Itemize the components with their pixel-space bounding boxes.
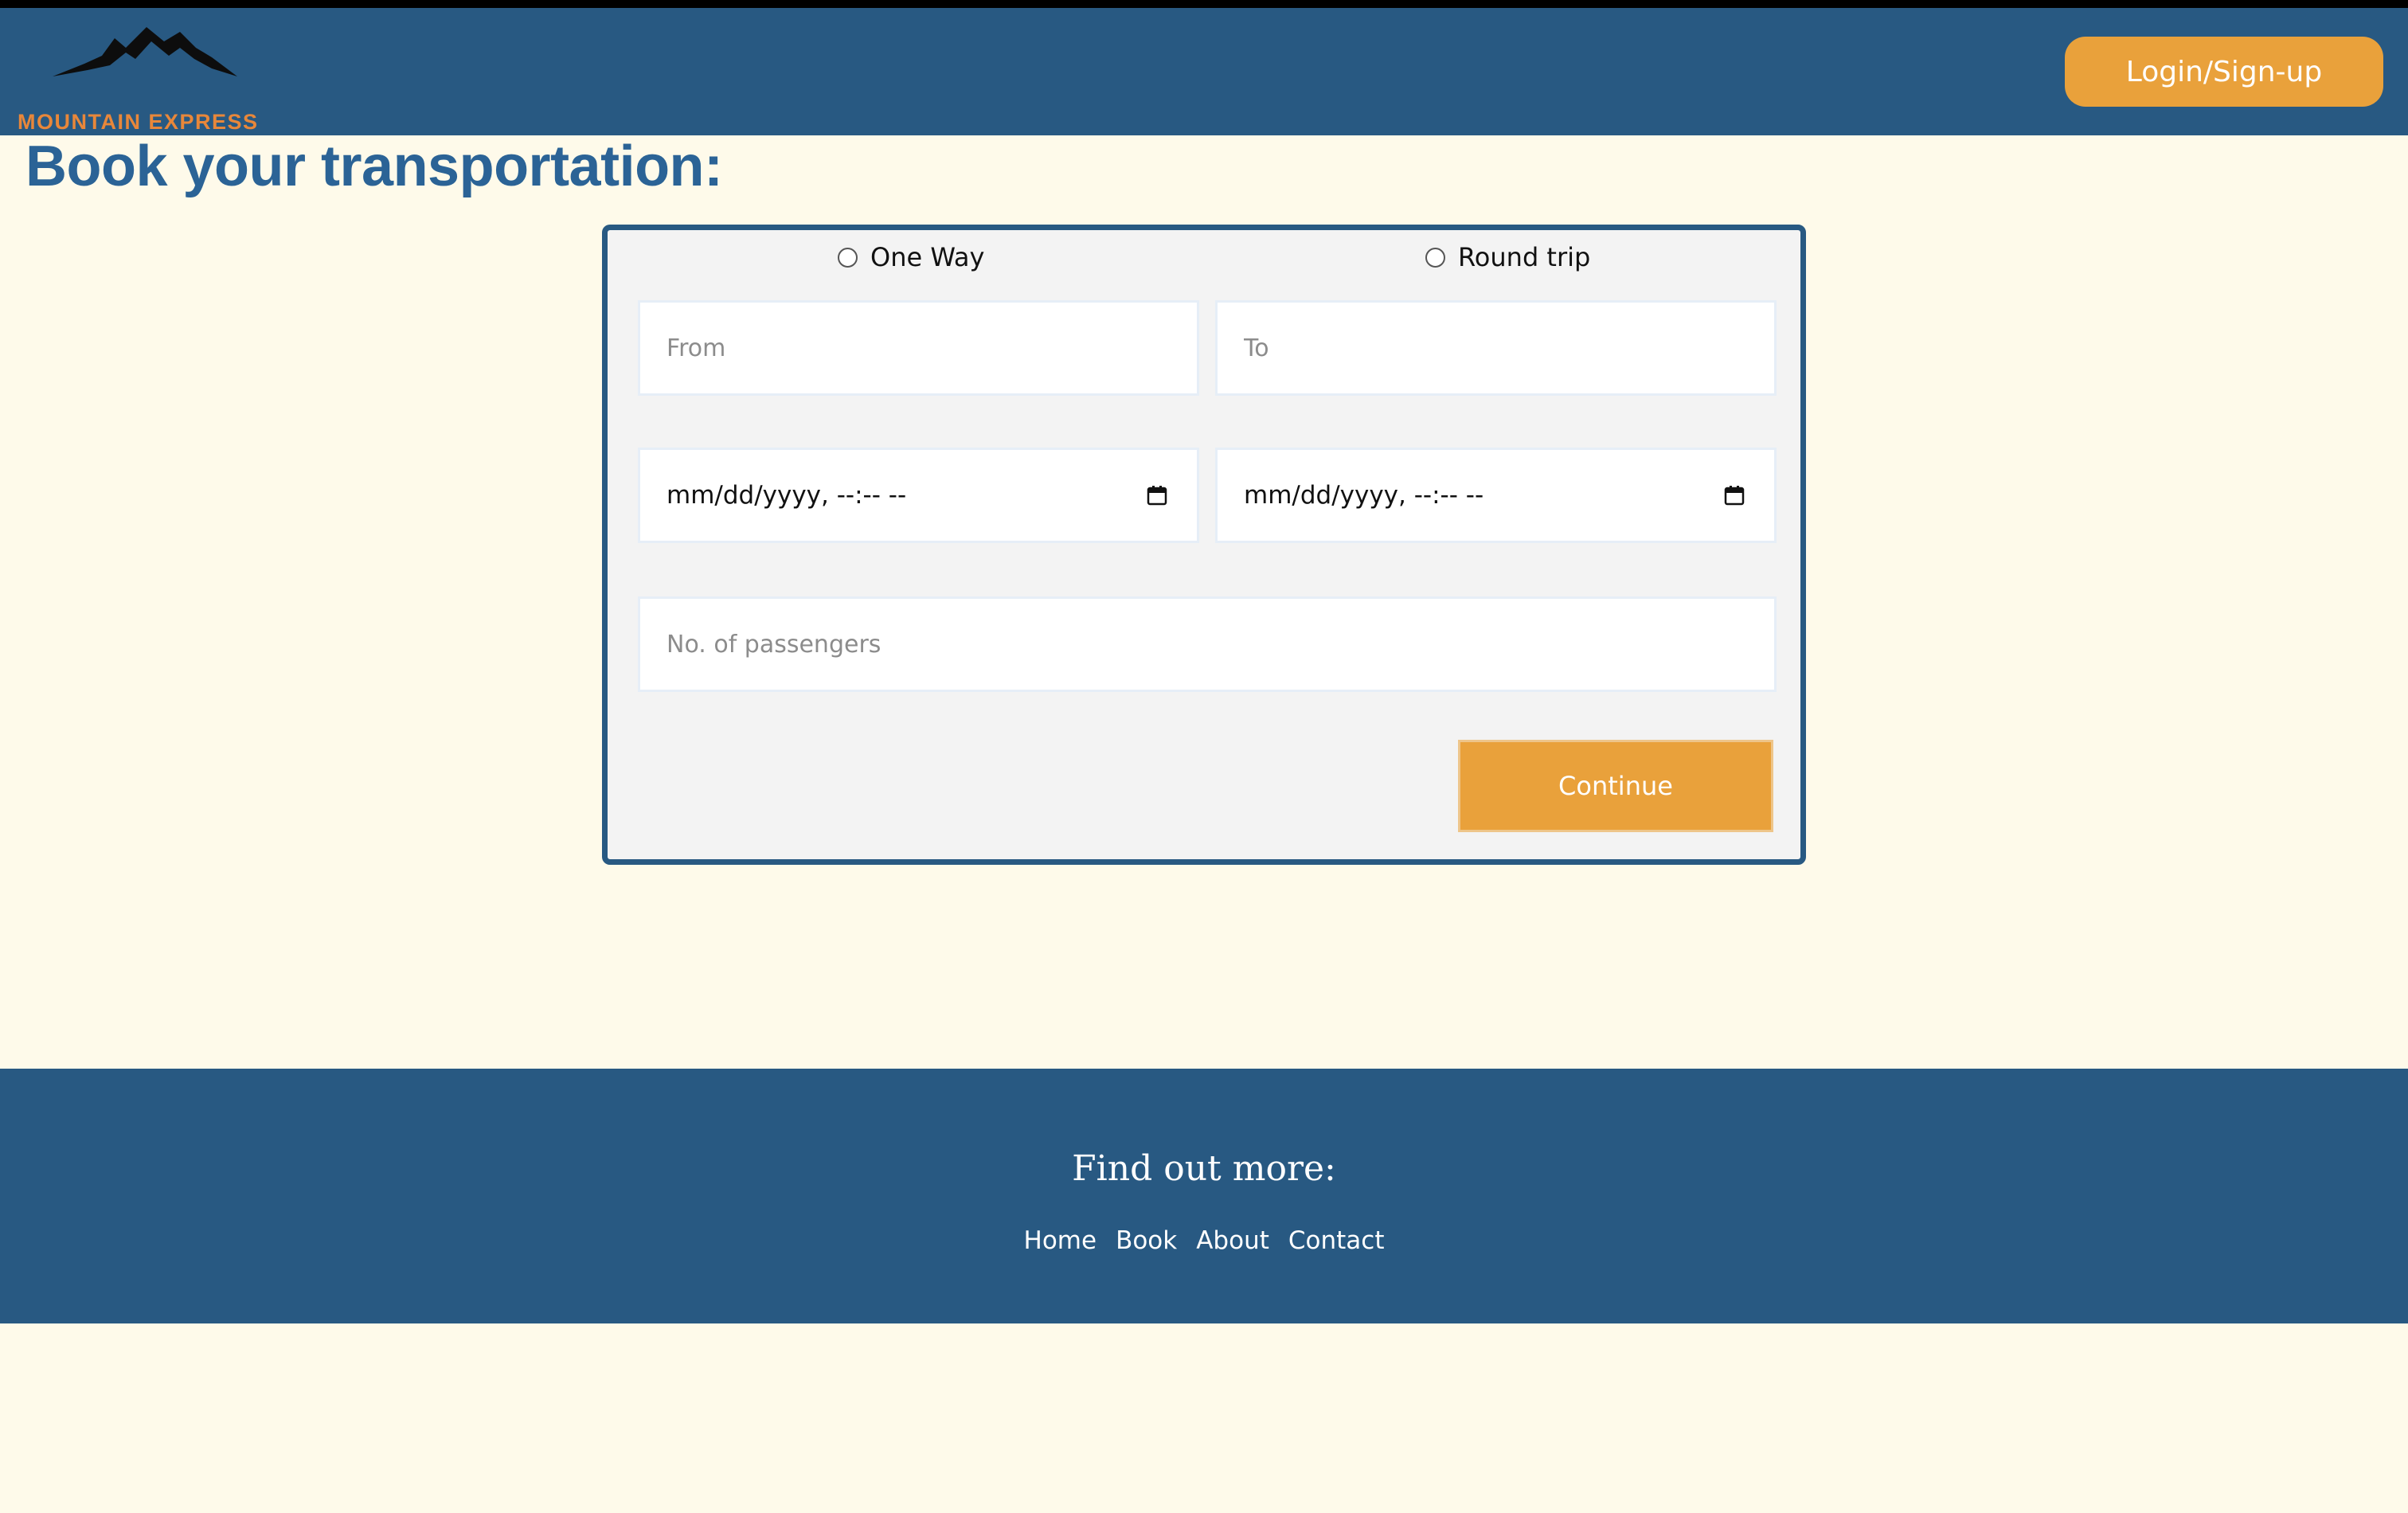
footer-link-book[interactable]: Book xyxy=(1116,1226,1177,1255)
radio-unchecked-icon[interactable] xyxy=(1425,247,1445,268)
footer-link-contact[interactable]: Contact xyxy=(1288,1226,1385,1255)
depart-datetime-field[interactable]: mm/dd/yyyy, --:-- -- xyxy=(638,448,1199,543)
brand-name: MOUNTAIN EXPRESS xyxy=(18,110,259,134)
top-strip xyxy=(0,0,2408,8)
to-field[interactable] xyxy=(1215,300,1777,396)
continue-button[interactable]: Continue xyxy=(1458,740,1773,832)
calendar-icon[interactable] xyxy=(1723,484,1745,506)
passengers-field[interactable] xyxy=(638,596,1777,692)
return-datetime-value[interactable]: mm/dd/yyyy, --:-- -- xyxy=(1244,481,1723,510)
to-input[interactable] xyxy=(1244,334,1774,362)
depart-datetime-value[interactable]: mm/dd/yyyy, --:-- -- xyxy=(666,481,1146,510)
footer-nav: Home Book About Contact xyxy=(0,1226,2408,1255)
calendar-icon[interactable] xyxy=(1146,484,1168,506)
footer-title: Find out more: xyxy=(1072,1148,1336,1189)
return-datetime-field[interactable]: mm/dd/yyyy, --:-- -- xyxy=(1215,448,1777,543)
one-way-radio[interactable]: One Way xyxy=(838,240,984,275)
page-title: Book your transportation: xyxy=(25,135,723,198)
mountain-logo-icon xyxy=(53,27,237,76)
from-field[interactable] xyxy=(638,300,1199,396)
from-input[interactable] xyxy=(666,334,1197,362)
login-signup-button[interactable]: Login/Sign-up xyxy=(2065,37,2383,107)
site-footer: Find out more: Home Book About Contact xyxy=(0,1069,2408,1323)
footer-link-about[interactable]: About xyxy=(1196,1226,1269,1255)
round-trip-radio[interactable]: Round trip xyxy=(1425,240,1590,275)
passengers-input[interactable] xyxy=(666,630,1774,659)
site-header: MOUNTAIN EXPRESS Login/Sign-up xyxy=(0,8,2408,135)
radio-unchecked-icon[interactable] xyxy=(838,247,858,268)
footer-link-home[interactable]: Home xyxy=(1024,1226,1097,1255)
round-trip-label: Round trip xyxy=(1458,242,1591,272)
booking-form: One Way Round trip mm/dd/yyyy, --:-- -- … xyxy=(602,225,1806,865)
brand-logo[interactable]: MOUNTAIN EXPRESS xyxy=(18,24,280,134)
one-way-label: One Way xyxy=(870,242,985,272)
